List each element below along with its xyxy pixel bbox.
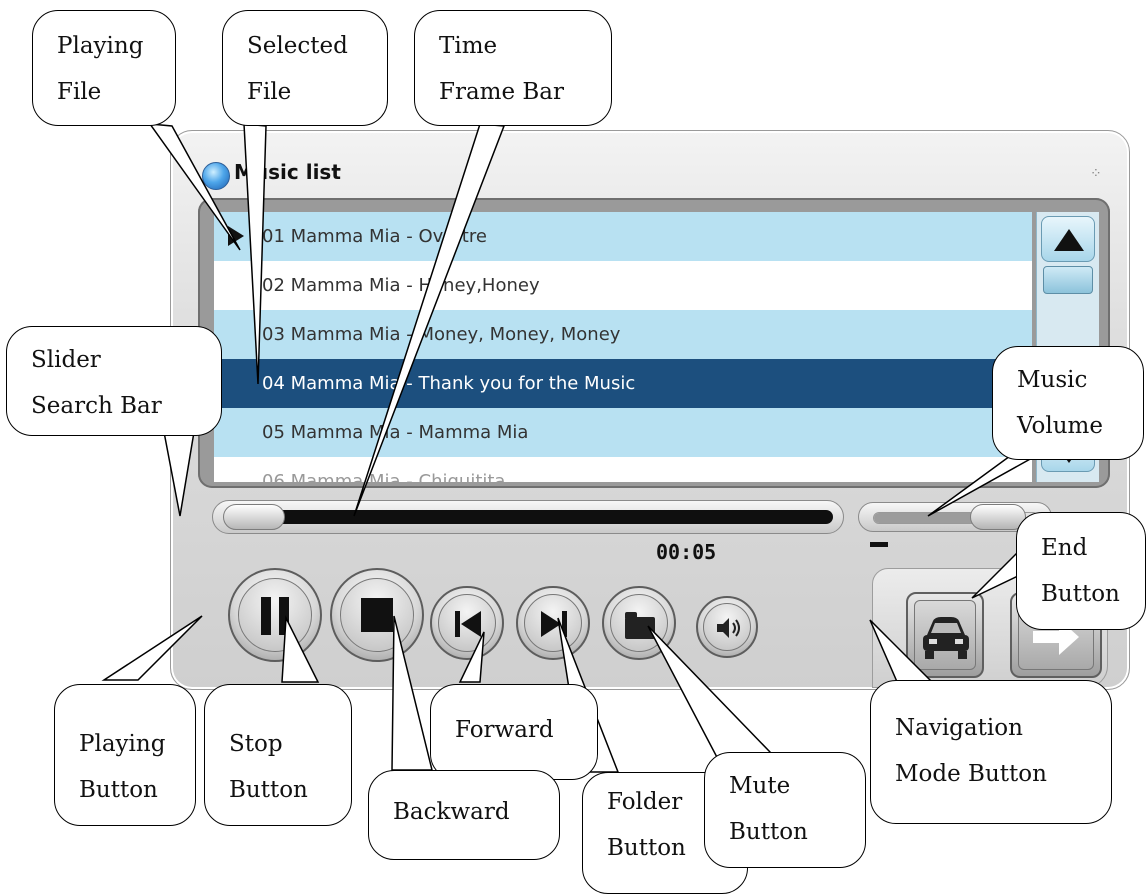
time-frame-track <box>249 510 833 524</box>
callout-text: Volume <box>1017 413 1103 439</box>
callout-text: Time <box>439 33 498 59</box>
callout-text: Navigation <box>895 715 1023 741</box>
playlist-item[interactable]: 02 Mamma Mia - Honey,Honey <box>214 261 1032 310</box>
callout-text: End <box>1041 535 1088 561</box>
playlist-item-label: 02 Mamma Mia - Honey,Honey <box>262 275 540 296</box>
playlist-item-label: 04 Mamma Mia - Thank you for the Music <box>262 373 636 394</box>
callout-text: Stop <box>229 731 283 757</box>
callout-text: File <box>247 79 292 105</box>
playlist-item[interactable]: 06 Mamma Mia - Chiquitita <box>214 457 1032 482</box>
previous-icon <box>455 611 481 637</box>
playlist-item-label: 06 Mamma Mia - Chiquitita <box>262 471 506 482</box>
callout-text: Forward <box>455 717 554 743</box>
callout-text: Search Bar <box>31 393 162 419</box>
stop-button[interactable] <box>330 568 424 662</box>
callout-music-volume: Music Volume <box>992 346 1144 460</box>
folder-button[interactable] <box>602 586 676 660</box>
car-icon <box>923 617 969 659</box>
playlist-item-label: 03 Mamma Mia - Money, Money, Money <box>262 324 621 345</box>
scroll-thumb[interactable] <box>1043 266 1093 294</box>
volume-minus-icon <box>870 542 888 547</box>
callout-mute-button: Mute Button <box>704 752 866 868</box>
stop-button-face <box>340 578 414 652</box>
window-title: Music list <box>234 160 341 184</box>
callout-text: Playing <box>57 33 144 59</box>
speaker-icon <box>717 618 740 638</box>
app-orb-icon <box>202 162 230 190</box>
callout-time-frame-bar: Time Frame Bar <box>414 10 612 126</box>
callout-playing-file: Playing File <box>32 10 176 126</box>
pause-button[interactable] <box>228 568 322 662</box>
playlist-item[interactable]: 05 Mamma Mia - Mamma Mia <box>214 408 1032 457</box>
callout-text: Mode Button <box>895 761 1047 787</box>
next-button-face <box>524 594 582 652</box>
resize-grip-icon[interactable]: ⁘ <box>1090 166 1102 182</box>
navigation-mode-button[interactable] <box>906 592 984 678</box>
mute-button[interactable] <box>696 596 758 658</box>
playlist-item[interactable]: 03 Mamma Mia - Money, Money, Money <box>214 310 1032 359</box>
callout-forward: Forward <box>430 684 598 780</box>
previous-button[interactable] <box>430 586 504 660</box>
callout-text: File <box>57 79 102 105</box>
time-frame-bar[interactable] <box>212 500 844 534</box>
next-icon <box>541 611 567 637</box>
callout-slider-search-bar: Slider Search Bar <box>6 326 222 436</box>
callout-text: Mute <box>729 773 791 799</box>
callout-text: Playing <box>79 731 166 757</box>
callout-text: Slider <box>31 347 101 373</box>
folder-icon <box>625 617 655 639</box>
callout-text: Music <box>1017 367 1088 393</box>
stop-icon <box>361 598 393 632</box>
callout-backward: Backward <box>368 770 560 860</box>
playlist: 01 Mamma Mia - Overtre 02 Mamma Mia - Ho… <box>214 212 1032 482</box>
play-marker-icon <box>228 226 244 246</box>
callout-navigation-mode-button: Navigation Mode Button <box>870 680 1112 824</box>
callout-text: Selected <box>247 33 348 59</box>
navigation-mode-button-face <box>914 600 976 670</box>
callout-selected-file: Selected File <box>222 10 388 126</box>
playlist-item-label: 01 Mamma Mia - Overtre <box>262 226 487 247</box>
next-button[interactable] <box>516 586 590 660</box>
scroll-up-button[interactable] <box>1041 216 1095 262</box>
pause-icon <box>261 597 271 635</box>
arrow-up-icon <box>1054 229 1084 251</box>
callout-stop-button: Stop Button <box>204 684 352 826</box>
mute-button-face <box>703 603 751 651</box>
slider-search-knob[interactable] <box>223 504 285 530</box>
playlist-item-selected[interactable]: 04 Mamma Mia - Thank you for the Music <box>214 359 1032 408</box>
playlist-item-playing[interactable]: 01 Mamma Mia - Overtre <box>214 212 1032 261</box>
time-display: 00:05 <box>656 540 717 564</box>
callout-text: Button <box>229 777 308 803</box>
callout-text: Button <box>1041 581 1120 607</box>
callout-playing-button: Playing Button <box>54 684 196 826</box>
playlist-item-label: 05 Mamma Mia - Mamma Mia <box>262 422 529 443</box>
folder-button-face <box>610 594 668 652</box>
callout-end-button: End Button <box>1016 512 1146 630</box>
pause-button-face <box>238 578 312 652</box>
callout-text: Frame Bar <box>439 79 565 105</box>
callout-text: Button <box>729 819 808 845</box>
callout-text: Backward <box>393 799 510 825</box>
callout-text: Button <box>79 777 158 803</box>
previous-button-face <box>438 594 496 652</box>
